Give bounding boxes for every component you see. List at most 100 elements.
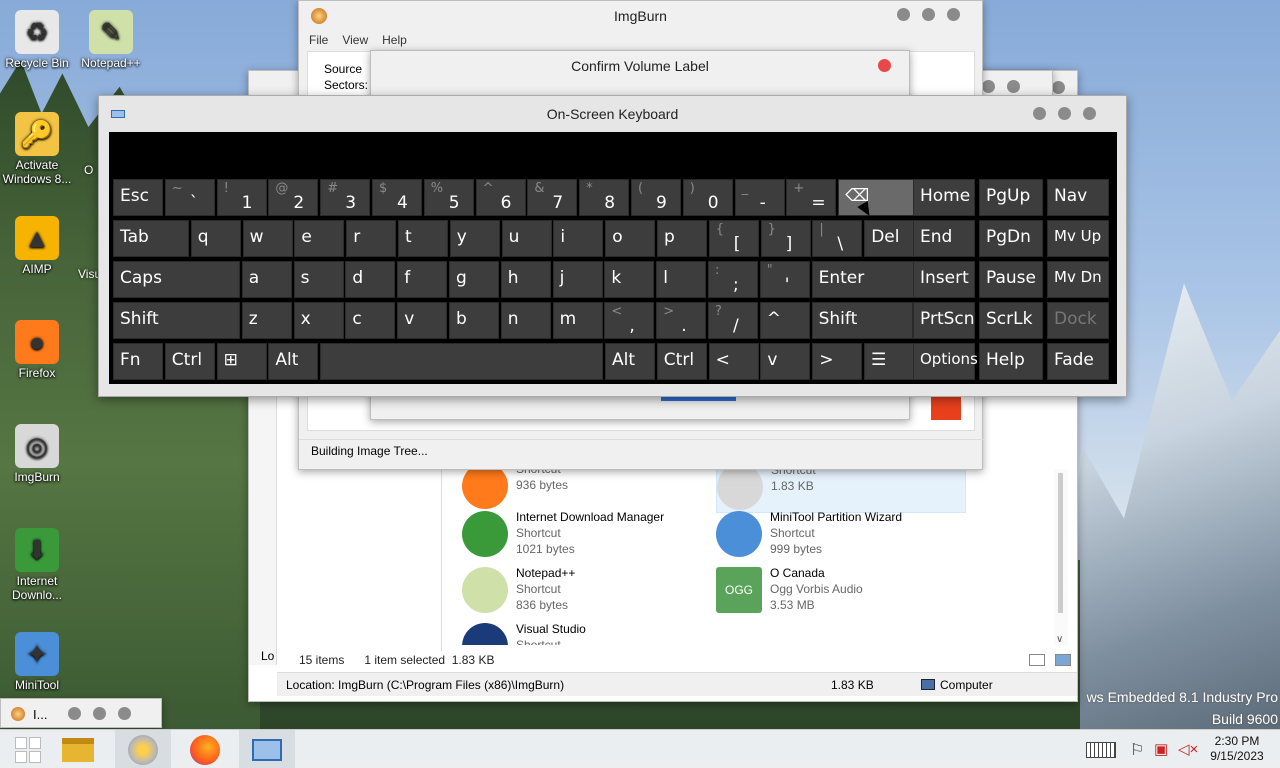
key-key-[interactable]: >. xyxy=(656,302,707,339)
minimize-button[interactable] xyxy=(982,80,995,93)
key-key-6[interactable]: ^ 6 xyxy=(475,179,526,216)
key-u[interactable]: u xyxy=(501,220,552,257)
key--[interactable]: < xyxy=(708,343,759,380)
key-f[interactable]: f xyxy=(397,261,448,298)
key-m[interactable]: m xyxy=(552,302,603,339)
close-button[interactable] xyxy=(878,59,891,72)
key-shift[interactable]: Shift xyxy=(113,302,240,339)
key--[interactable]: > xyxy=(812,343,863,380)
key-esc[interactable]: Esc xyxy=(113,179,163,216)
touch-keyboard-tray-icon[interactable] xyxy=(1086,742,1116,758)
close-button[interactable] xyxy=(1083,107,1096,120)
file-item[interactable]: Internet Download Manager Shortcut 1021 by… xyxy=(462,509,712,561)
key-space[interactable] xyxy=(320,343,604,380)
key-caps[interactable]: Caps xyxy=(113,261,240,298)
key-backspace[interactable]: ⌫ xyxy=(838,179,915,216)
taskbar-on-screen-keyboard[interactable] xyxy=(239,730,295,768)
scroll-down-arrow[interactable]: ∨ xyxy=(1056,634,1063,645)
key-menu[interactable]: ☰ xyxy=(864,343,914,380)
key-windows[interactable]: ⊞ xyxy=(216,343,267,380)
close-button[interactable] xyxy=(118,707,131,720)
key-key-7[interactable]: & 7 xyxy=(527,179,578,216)
key-key-[interactable]: <, xyxy=(604,302,655,339)
key-i[interactable]: i xyxy=(553,220,604,257)
large-icons-view-icon[interactable] xyxy=(1055,654,1071,666)
key-n[interactable]: n xyxy=(500,302,551,339)
key-key-[interactable]: + = xyxy=(786,179,837,216)
key-k[interactable]: k xyxy=(604,261,655,298)
key-key-4[interactable]: $4 xyxy=(372,179,422,216)
key-y[interactable]: y xyxy=(449,220,500,257)
key-t[interactable]: t xyxy=(398,220,448,257)
key-l[interactable]: l xyxy=(656,261,707,298)
menu-file[interactable]: File xyxy=(309,33,328,47)
maximize-button[interactable] xyxy=(1058,107,1071,120)
key-o[interactable]: o xyxy=(605,220,656,257)
menu-view[interactable]: View xyxy=(342,33,368,47)
key-c[interactable]: c xyxy=(345,302,396,339)
key-fade[interactable]: Fade xyxy=(1047,343,1109,380)
key-b[interactable]: b xyxy=(449,302,499,339)
key-alt[interactable]: Alt xyxy=(605,343,655,380)
file-item[interactable]: Shortcut 936 bytes xyxy=(462,469,712,513)
key-key-[interactable]: | \ xyxy=(812,220,863,257)
key-q[interactable]: q xyxy=(190,220,241,257)
action-center-flag-icon[interactable]: ⚐ xyxy=(1130,740,1144,760)
minimize-button[interactable] xyxy=(68,707,81,720)
key-key-[interactable]: :; xyxy=(708,261,758,298)
key-pgup[interactable]: PgUp xyxy=(979,179,1043,216)
desktop-icon[interactable]: ◎ ImgBurn xyxy=(0,424,78,484)
key-nav[interactable]: Nav xyxy=(1047,179,1109,216)
start-button[interactable] xyxy=(0,730,56,768)
key-scrlk[interactable]: ScrLk xyxy=(979,302,1043,339)
file-item[interactable]: Visual Studio Shortcut xyxy=(462,621,712,645)
key-w[interactable]: w xyxy=(242,220,293,257)
key-mv-up[interactable]: Mv Up xyxy=(1047,220,1109,257)
key-p[interactable]: p xyxy=(657,220,707,257)
key-h[interactable]: h xyxy=(500,261,551,298)
imgburn-titlebar[interactable]: ImgBurn xyxy=(299,1,982,31)
key-key-9[interactable]: (9 xyxy=(631,179,681,216)
desktop-icon[interactable]: 🔑 Activate Windows 8... xyxy=(0,112,78,186)
file-item[interactable]: MiniTool Partition Wizard Shortcut 999 byt… xyxy=(716,509,966,561)
key-e[interactable]: e xyxy=(294,220,345,257)
key-key-2[interactable]: @2 xyxy=(268,179,319,216)
desktop-icon[interactable]: ♻ Recycle Bin xyxy=(0,10,78,70)
key-v[interactable]: v xyxy=(397,302,448,339)
key-a[interactable]: a xyxy=(241,261,292,298)
minimize-button[interactable] xyxy=(1033,107,1046,120)
confirm-titlebar[interactable]: Confirm Volume Label xyxy=(371,51,909,81)
maximize-button[interactable] xyxy=(1007,80,1020,93)
taskbar-firefox[interactable] xyxy=(177,730,233,768)
desktop-icon[interactable]: ▲ AIMP xyxy=(0,216,78,276)
taskbar-imgburn[interactable] xyxy=(115,730,171,768)
key-home[interactable]: Home xyxy=(913,179,975,216)
key-mv-dn[interactable]: Mv Dn xyxy=(1047,261,1109,298)
file-item[interactable]: Notepad++ Shortcut 836 bytes xyxy=(462,565,712,617)
key-key-3[interactable]: #3 xyxy=(320,179,371,216)
key-insert[interactable]: Insert xyxy=(913,261,975,298)
key-key-0[interactable]: ) 0 xyxy=(682,179,733,216)
file-item[interactable]: OGG O Canada Ogg Vorbis Audio 3.53 MB xyxy=(716,565,966,617)
taskbar-clock[interactable]: 2:30 PM 9/15/2023 xyxy=(1200,734,1274,764)
menu-help[interactable]: Help xyxy=(382,33,407,47)
key-pgdn[interactable]: PgDn xyxy=(979,220,1043,257)
explorer-scrollbar[interactable]: ∨ xyxy=(1054,469,1068,645)
desktop-icon[interactable]: ✦ MiniTool xyxy=(0,632,78,692)
key-d[interactable]: d xyxy=(345,261,396,298)
key-fn[interactable]: Fn xyxy=(113,343,163,380)
key-key-[interactable]: " ' xyxy=(759,261,810,298)
network-status-icon[interactable]: ▣ xyxy=(1154,740,1168,758)
close-button[interactable] xyxy=(1052,81,1065,94)
minimize-button[interactable] xyxy=(897,8,910,21)
key-v[interactable]: v xyxy=(760,343,811,380)
key--[interactable]: ^ xyxy=(759,302,810,339)
osk-titlebar[interactable]: On-Screen Keyboard xyxy=(99,96,1126,132)
key-key-[interactable]: ~ ` xyxy=(164,179,215,216)
key-key-5[interactable]: % 5 xyxy=(423,179,474,216)
key-key-[interactable]: _ - xyxy=(734,179,785,216)
explorer-tree-pane[interactable] xyxy=(284,451,442,651)
key-key-[interactable]: {[ xyxy=(708,220,759,257)
key-alt[interactable]: Alt xyxy=(268,343,319,380)
key-s[interactable]: s xyxy=(293,261,344,298)
